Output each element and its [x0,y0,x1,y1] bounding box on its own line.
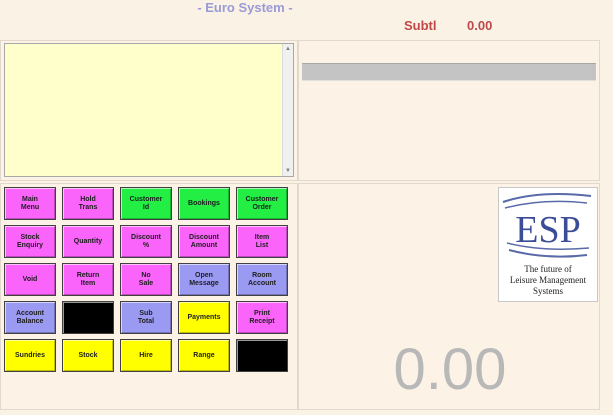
app-title: - Euro System - [197,0,293,15]
quantity-button[interactable]: Quantity [62,225,114,258]
item-list-button[interactable]: Item List [236,225,288,258]
hold-trans-button[interactable]: Hold Trans [62,187,114,220]
keypad-grid: Main Menu Hold Trans Customer Id Booking… [4,187,292,377]
display-panel [298,40,600,181]
open-message-button[interactable]: Open Message [178,263,230,296]
scroll-down-icon[interactable]: ▼ [283,166,293,176]
receipt-list[interactable]: ▲ ▼ [4,43,294,177]
logo-tagline-1: The future of [524,264,571,274]
range-button[interactable]: Range [178,339,230,372]
esp-logo-graphic: ESP The future of Leisure Management Sys… [502,193,592,296]
sub-total-button[interactable]: Sub Total [120,301,172,334]
print-receipt-button[interactable]: Print Receipt [236,301,288,334]
logo-tagline-3: Systems [533,286,564,296]
subtotal-value: 0.00 [467,18,493,33]
sundries-button[interactable]: Sundries [4,339,56,372]
blank-button[interactable] [236,339,288,372]
logo-letters: ESP [515,209,580,251]
esp-logo: ESP The future of Leisure Management Sys… [498,187,598,302]
discount-percent-button[interactable]: Discount % [120,225,172,258]
discount-amount-button[interactable]: Discount Amount [178,225,230,258]
stock-enquiry-button[interactable]: Stock Enquiry [4,225,56,258]
logo-tagline-2: Leisure Management [510,275,587,285]
subtotal-label: Subtl [404,18,437,33]
customer-id-button[interactable]: Customer Id [120,187,172,220]
scroll-up-icon[interactable]: ▲ [283,44,293,54]
main-menu-button[interactable]: Main Menu [4,187,56,220]
item-display-bar [302,63,596,81]
bookings-button[interactable]: Bookings [178,187,230,220]
return-item-button[interactable]: Return Item [62,263,114,296]
receipt-scrollbar[interactable]: ▲ ▼ [282,44,293,176]
no-sale-button[interactable]: No Sale [120,263,172,296]
hire-button[interactable]: Hire [120,339,172,372]
room-account-button[interactable]: Room Account [236,263,288,296]
account-balance-button[interactable]: Account Balance [4,301,56,334]
total-display: 0.00 [393,337,507,402]
stock-button[interactable]: Stock [62,339,114,372]
customer-order-button[interactable]: Customer Order [236,187,288,220]
void-button[interactable]: Void [4,263,56,296]
blank-button[interactable] [62,301,114,334]
payments-button[interactable]: Payments [178,301,230,334]
